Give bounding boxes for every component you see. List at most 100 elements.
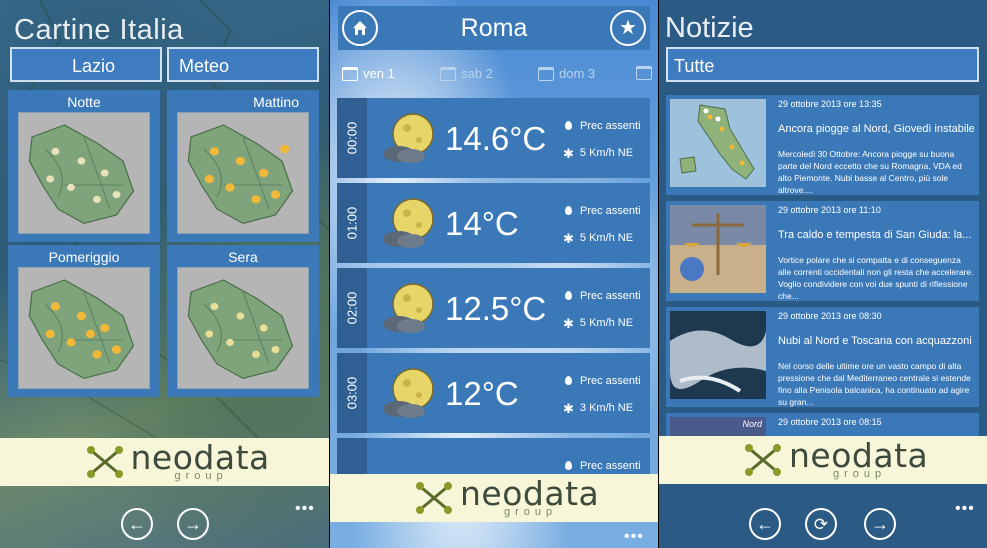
star-icon: ★ [619, 17, 637, 39]
more-button[interactable]: ••• [624, 528, 644, 546]
region-selector[interactable]: Lazio [10, 47, 162, 82]
type-selector-value: Meteo [179, 56, 230, 76]
arrow-left-icon: ← [756, 514, 774, 534]
map-tile-label: Pomeriggio [48, 249, 120, 265]
news-thumbnail [670, 99, 766, 187]
hour-row[interactable]: 00:00 14.6°C Prec assenti ✱ 5 Km/h NE [337, 98, 650, 178]
precipitation: Prec assenti [580, 375, 641, 387]
news-text: Nel corso delle ultime ore un vasto camp… [778, 361, 971, 407]
back-button[interactable]: ← [121, 508, 153, 540]
brand-sub: group [504, 506, 558, 518]
forecast-header: Roma ★ [338, 6, 650, 50]
map-tile-mattino[interactable]: Mattino [167, 90, 319, 242]
temperature: 14°C [445, 205, 519, 242]
neodata-mark-icon [745, 444, 781, 476]
day-tab-0[interactable]: ven 1 [342, 66, 395, 81]
ad-banner[interactable]: neodata group [659, 436, 987, 484]
drop-icon [565, 121, 572, 130]
forward-button[interactable]: → [177, 508, 209, 540]
ad-banner[interactable]: neodata group [0, 438, 329, 486]
neodata-mark-icon [86, 446, 123, 478]
news-date: 29 ottobre 2013 ore 08:15 [778, 417, 882, 427]
day-label: sab 2 [461, 66, 493, 81]
wind-turbine-icon: ✱ [563, 401, 574, 416]
wind: 5 Km/h NE [579, 232, 634, 244]
news-text: Vortice polare che si compatta e di cons… [778, 255, 974, 301]
precipitation: Prec assenti [580, 290, 641, 302]
news-title: Ancora piogge al Nord, Giovedì instabile… [778, 123, 974, 135]
drop-icon [565, 461, 572, 470]
hour-time: 00:00 [344, 121, 360, 155]
region-selector-value: Lazio [72, 56, 116, 76]
refresh-button[interactable]: ⟳ [805, 508, 837, 540]
drop-icon [565, 291, 572, 300]
brand-sub: group [174, 470, 228, 482]
day-tab-1[interactable]: sab 2 [440, 66, 493, 81]
temperature: 12°C [445, 375, 519, 412]
filter-value: Tutte [674, 56, 715, 76]
wind: 5 Km/h NE [579, 147, 634, 159]
day-label: ven 1 [363, 66, 395, 81]
ad-banner[interactable]: neodata group [330, 474, 658, 522]
news-screen: Notizie Tutte 29 ottobre 2013 ore 13:35 … [659, 0, 987, 548]
hour-row[interactable]: 03:00 12°C Prec assenti ✱ 3 Km/h NE [337, 353, 650, 433]
day-tab-2[interactable]: dom 3 [538, 66, 595, 81]
region-map [177, 267, 309, 389]
map-tile-sera[interactable]: Sera [167, 245, 319, 397]
news-date: 29 ottobre 2013 ore 11:10 [778, 205, 881, 215]
arrow-left-icon: ← [128, 514, 146, 534]
news-date: 29 ottobre 2013 ore 08:30 [778, 311, 882, 321]
refresh-icon: ⟳ [813, 514, 829, 534]
moon-cloud-icon [383, 198, 434, 248]
region-map [18, 112, 150, 234]
calendar-icon [342, 66, 358, 81]
news-filter-selector[interactable]: Tutte [666, 47, 979, 82]
drop-icon [565, 376, 572, 385]
wind-turbine-icon: ✱ [563, 231, 574, 246]
wind-turbine-icon: ✱ [563, 316, 574, 331]
news-thumbnail [670, 205, 766, 293]
calendar-icon [538, 66, 554, 81]
brand-sub: group [833, 468, 887, 480]
map-tile-label: Notte [67, 94, 101, 110]
temperature: 14.6°C [445, 120, 547, 157]
precipitation: Prec assenti [580, 205, 641, 217]
back-button[interactable]: ← [749, 508, 781, 540]
region-map [177, 112, 309, 234]
map-tile-label: Sera [228, 249, 258, 265]
hour-row[interactable]: Prec assenti [337, 438, 650, 474]
forward-button[interactable]: → [864, 508, 896, 540]
moon-cloud-icon [383, 283, 434, 333]
type-selector[interactable]: Meteo [167, 47, 319, 82]
neodata-logo: neodata group [404, 474, 599, 522]
news-title: Nubi al Nord e Toscana con acquazzoni su… [778, 335, 974, 347]
news-date: 29 ottobre 2013 ore 13:35 [778, 99, 882, 109]
calendar-icon [440, 66, 456, 81]
wind: 3 Km/h NE [579, 402, 634, 414]
more-button[interactable]: ••• [955, 500, 975, 518]
map-tile-pomeriggio[interactable]: Pomeriggio [8, 245, 160, 397]
news-item[interactable]: 29 ottobre 2013 ore 08:30 Nubi al Nord e… [666, 307, 979, 407]
wind: 5 Km/h NE [579, 317, 634, 329]
maps-screen: Cartine Italia Lazio Meteo Notte Mattino… [0, 0, 329, 548]
news-item[interactable]: 29 ottobre 2013 ore 13:35 Ancora piogge … [666, 95, 979, 195]
map-tile-label: Mattino [253, 94, 299, 110]
day-tab-3[interactable] [636, 66, 652, 80]
hour-row[interactable]: 02:00 12.5°C Prec assenti ✱ 5 Km/h NE [337, 268, 650, 348]
drop-icon [565, 206, 572, 215]
hour-time: 03:00 [344, 376, 360, 410]
day-label: dom 3 [559, 66, 596, 81]
precipitation: Prec assenti [580, 120, 641, 132]
calendar-icon [636, 66, 652, 80]
forecast-screen: Roma ★ ven 1 sab 2 dom 3 00:00 14.6°C Pr… [330, 0, 658, 548]
precipitation: Prec assenti [580, 460, 641, 472]
favorite-button[interactable]: ★ [610, 10, 646, 46]
news-text: Mercoledì 30 Ottobre: Ancora piogge su b… [778, 149, 962, 195]
more-button[interactable]: ••• [295, 500, 315, 518]
region-map [18, 267, 150, 389]
neodata-mark-icon [416, 482, 452, 514]
hour-row[interactable]: 01:00 14°C Prec assenti ✱ 5 Km/h NE [337, 183, 650, 263]
thumbnail-label: Nord [742, 419, 762, 429]
map-tile-notte[interactable]: Notte [8, 90, 160, 242]
news-item[interactable]: 29 ottobre 2013 ore 11:10 Tra caldo e te… [666, 201, 979, 301]
